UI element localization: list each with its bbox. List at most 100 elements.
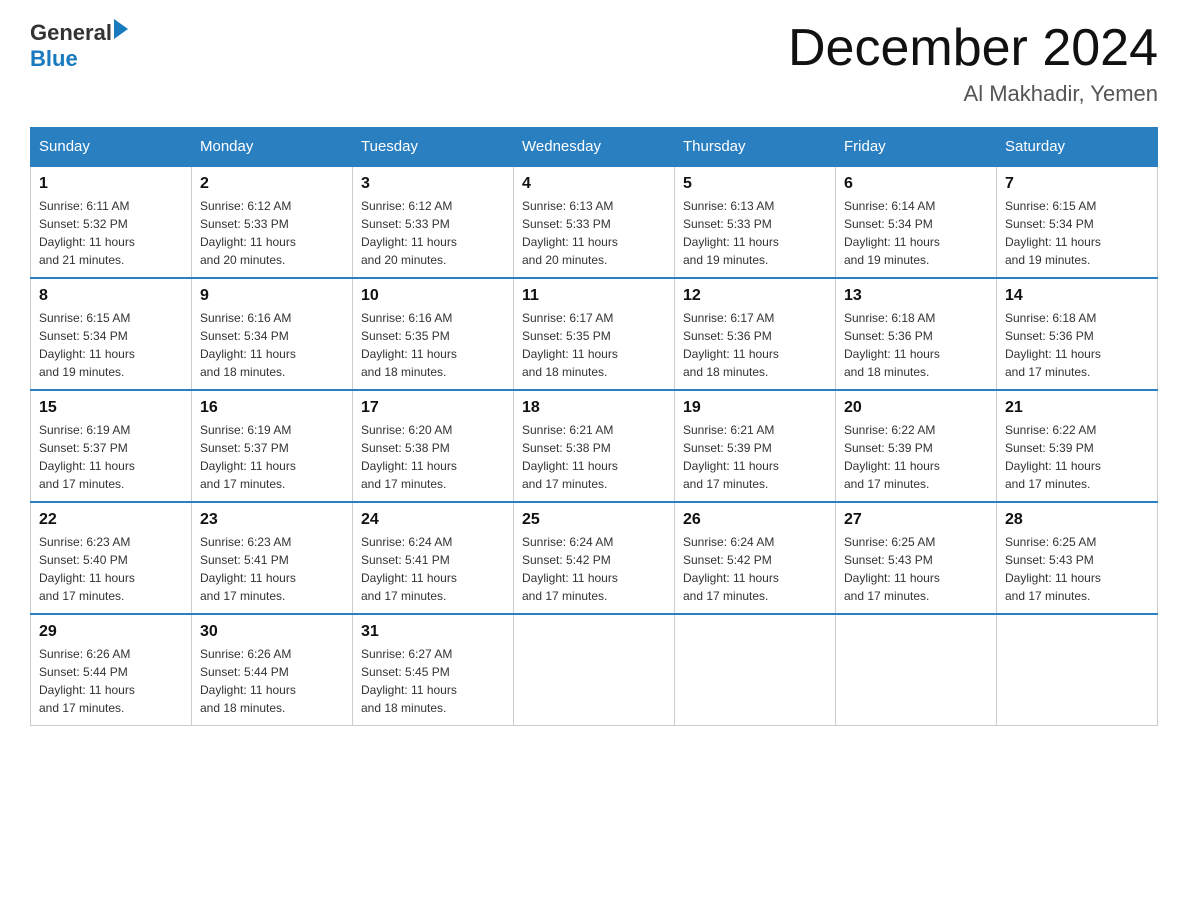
- calendar-cell: 21 Sunrise: 6:22 AM Sunset: 5:39 PM Dayli…: [997, 390, 1158, 502]
- calendar-cell: 24 Sunrise: 6:24 AM Sunset: 5:41 PM Dayli…: [353, 502, 514, 614]
- day-number: 6: [844, 175, 988, 193]
- calendar-cell: 19 Sunrise: 6:21 AM Sunset: 5:39 PM Dayli…: [675, 390, 836, 502]
- weekday-header-thursday: Thursday: [675, 128, 836, 167]
- day-info: Sunrise: 6:24 AM Sunset: 5:42 PM Dayligh…: [683, 535, 779, 603]
- day-info: Sunrise: 6:15 AM Sunset: 5:34 PM Dayligh…: [39, 311, 135, 379]
- day-info: Sunrise: 6:27 AM Sunset: 5:45 PM Dayligh…: [361, 647, 457, 715]
- weekday-header-saturday: Saturday: [997, 128, 1158, 167]
- calendar-cell: 12 Sunrise: 6:17 AM Sunset: 5:36 PM Dayli…: [675, 278, 836, 390]
- day-info: Sunrise: 6:13 AM Sunset: 5:33 PM Dayligh…: [522, 199, 618, 267]
- day-info: Sunrise: 6:21 AM Sunset: 5:38 PM Dayligh…: [522, 423, 618, 491]
- day-number: 29: [39, 623, 183, 641]
- day-info: Sunrise: 6:11 AM Sunset: 5:32 PM Dayligh…: [39, 199, 135, 267]
- calendar-cell: 25Sunrise: 6:24 AM Sunset: 5:42 PM Dayli…: [514, 502, 675, 614]
- calendar-cell: 1 Sunrise: 6:11 AM Sunset: 5:32 PM Daylig…: [31, 166, 192, 278]
- week-row-3: 15 Sunrise: 6:19 AM Sunset: 5:37 PM Dayli…: [31, 390, 1158, 502]
- calendar-cell: 7 Sunrise: 6:15 AM Sunset: 5:34 PM Daylig…: [997, 166, 1158, 278]
- day-number: 18: [522, 399, 666, 417]
- day-number: 10: [361, 287, 505, 305]
- day-info: Sunrise: 6:17 AM Sunset: 5:36 PM Dayligh…: [683, 311, 779, 379]
- day-info: Sunrise: 6:14 AM Sunset: 5:34 PM Dayligh…: [844, 199, 940, 267]
- day-number: 21: [1005, 399, 1149, 417]
- page-header: General Blue December 2024 Al Makhadir, …: [30, 20, 1158, 107]
- title-area: December 2024 Al Makhadir, Yemen: [788, 20, 1158, 107]
- calendar-cell: [514, 614, 675, 726]
- day-number: 31: [361, 623, 505, 641]
- day-info: Sunrise: 6:26 AM Sunset: 5:44 PM Dayligh…: [39, 647, 135, 715]
- calendar-cell: 17 Sunrise: 6:20 AM Sunset: 5:38 PM Dayli…: [353, 390, 514, 502]
- calendar-cell: 3 Sunrise: 6:12 AM Sunset: 5:33 PM Daylig…: [353, 166, 514, 278]
- week-row-1: 1 Sunrise: 6:11 AM Sunset: 5:32 PM Daylig…: [31, 166, 1158, 278]
- day-number: 17: [361, 399, 505, 417]
- day-number: 9: [200, 287, 344, 305]
- day-info: Sunrise: 6:23 AM Sunset: 5:40 PM Dayligh…: [39, 535, 135, 603]
- calendar-cell: 5Sunrise: 6:13 AM Sunset: 5:33 PM Daylig…: [675, 166, 836, 278]
- day-number: 7: [1005, 175, 1149, 193]
- calendar-cell: 15 Sunrise: 6:19 AM Sunset: 5:37 PM Dayli…: [31, 390, 192, 502]
- day-info: Sunrise: 6:21 AM Sunset: 5:39 PM Dayligh…: [683, 423, 779, 491]
- logo-blue-text: Blue: [30, 46, 128, 72]
- logo-general-text: General: [30, 20, 112, 46]
- day-info: Sunrise: 6:24 AM Sunset: 5:42 PM Dayligh…: [522, 535, 618, 603]
- weekday-header-sunday: Sunday: [31, 128, 192, 167]
- calendar-cell: 8Sunrise: 6:15 AM Sunset: 5:34 PM Daylig…: [31, 278, 192, 390]
- day-number: 28: [1005, 511, 1149, 529]
- day-number: 11: [522, 287, 666, 305]
- day-info: Sunrise: 6:16 AM Sunset: 5:34 PM Dayligh…: [200, 311, 296, 379]
- calendar-cell: 28Sunrise: 6:25 AM Sunset: 5:43 PM Dayli…: [997, 502, 1158, 614]
- day-number: 13: [844, 287, 988, 305]
- weekday-header-wednesday: Wednesday: [514, 128, 675, 167]
- day-number: 1: [39, 175, 183, 193]
- day-info: Sunrise: 6:23 AM Sunset: 5:41 PM Dayligh…: [200, 535, 296, 603]
- day-number: 24: [361, 511, 505, 529]
- calendar-cell: 29 Sunrise: 6:26 AM Sunset: 5:44 PM Dayli…: [31, 614, 192, 726]
- day-number: 14: [1005, 287, 1149, 305]
- calendar-cell: 27Sunrise: 6:25 AM Sunset: 5:43 PM Dayli…: [836, 502, 997, 614]
- day-info: Sunrise: 6:17 AM Sunset: 5:35 PM Dayligh…: [522, 311, 618, 379]
- day-number: 19: [683, 399, 827, 417]
- day-number: 22: [39, 511, 183, 529]
- day-number: 2: [200, 175, 344, 193]
- day-info: Sunrise: 6:19 AM Sunset: 5:37 PM Dayligh…: [39, 423, 135, 491]
- month-title: December 2024: [788, 20, 1158, 77]
- day-info: Sunrise: 6:22 AM Sunset: 5:39 PM Dayligh…: [844, 423, 940, 491]
- calendar-cell: 23 Sunrise: 6:23 AM Sunset: 5:41 PM Dayli…: [192, 502, 353, 614]
- calendar-cell: 2 Sunrise: 6:12 AM Sunset: 5:33 PM Daylig…: [192, 166, 353, 278]
- weekday-header-monday: Monday: [192, 128, 353, 167]
- day-number: 27: [844, 511, 988, 529]
- calendar-cell: 20 Sunrise: 6:22 AM Sunset: 5:39 PM Dayli…: [836, 390, 997, 502]
- calendar-cell: [675, 614, 836, 726]
- day-number: 15: [39, 399, 183, 417]
- day-info: Sunrise: 6:24 AM Sunset: 5:41 PM Dayligh…: [361, 535, 457, 603]
- calendar-cell: 30Sunrise: 6:26 AM Sunset: 5:44 PM Dayli…: [192, 614, 353, 726]
- calendar-cell: 9 Sunrise: 6:16 AM Sunset: 5:34 PM Daylig…: [192, 278, 353, 390]
- weekday-header-friday: Friday: [836, 128, 997, 167]
- logo: General Blue: [30, 20, 128, 72]
- day-info: Sunrise: 6:20 AM Sunset: 5:38 PM Dayligh…: [361, 423, 457, 491]
- day-info: Sunrise: 6:15 AM Sunset: 5:34 PM Dayligh…: [1005, 199, 1101, 267]
- logo-arrow-icon: [114, 19, 128, 39]
- day-number: 12: [683, 287, 827, 305]
- day-number: 23: [200, 511, 344, 529]
- weekday-header-row: SundayMondayTuesdayWednesdayThursdayFrid…: [31, 128, 1158, 167]
- location-title: Al Makhadir, Yemen: [788, 81, 1158, 107]
- day-info: Sunrise: 6:12 AM Sunset: 5:33 PM Dayligh…: [200, 199, 296, 267]
- calendar-cell: 4Sunrise: 6:13 AM Sunset: 5:33 PM Daylig…: [514, 166, 675, 278]
- week-row-2: 8Sunrise: 6:15 AM Sunset: 5:34 PM Daylig…: [31, 278, 1158, 390]
- day-number: 3: [361, 175, 505, 193]
- week-row-5: 29 Sunrise: 6:26 AM Sunset: 5:44 PM Dayli…: [31, 614, 1158, 726]
- day-info: Sunrise: 6:12 AM Sunset: 5:33 PM Dayligh…: [361, 199, 457, 267]
- calendar-cell: 11 Sunrise: 6:17 AM Sunset: 5:35 PM Dayli…: [514, 278, 675, 390]
- day-info: Sunrise: 6:18 AM Sunset: 5:36 PM Dayligh…: [844, 311, 940, 379]
- day-number: 16: [200, 399, 344, 417]
- day-info: Sunrise: 6:19 AM Sunset: 5:37 PM Dayligh…: [200, 423, 296, 491]
- day-info: Sunrise: 6:22 AM Sunset: 5:39 PM Dayligh…: [1005, 423, 1101, 491]
- calendar-table: SundayMondayTuesdayWednesdayThursdayFrid…: [30, 127, 1158, 726]
- day-info: Sunrise: 6:26 AM Sunset: 5:44 PM Dayligh…: [200, 647, 296, 715]
- calendar-cell: 14Sunrise: 6:18 AM Sunset: 5:36 PM Dayli…: [997, 278, 1158, 390]
- day-info: Sunrise: 6:13 AM Sunset: 5:33 PM Dayligh…: [683, 199, 779, 267]
- day-number: 20: [844, 399, 988, 417]
- calendar-cell: [997, 614, 1158, 726]
- calendar-cell: 13 Sunrise: 6:18 AM Sunset: 5:36 PM Dayli…: [836, 278, 997, 390]
- calendar-cell: 10Sunrise: 6:16 AM Sunset: 5:35 PM Dayli…: [353, 278, 514, 390]
